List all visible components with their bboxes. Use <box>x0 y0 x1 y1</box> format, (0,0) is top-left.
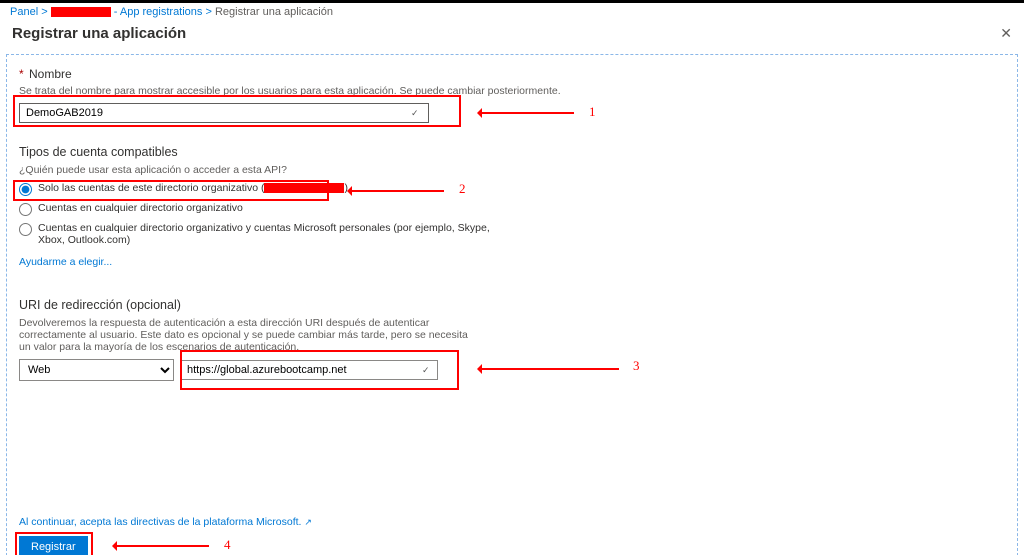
tenant-name-redacted <box>264 183 344 193</box>
annotation-1: 1 <box>589 104 596 120</box>
page-title: Registrar una aplicación <box>12 25 186 42</box>
footer-area: Al continuar, acepta las directivas de l… <box>19 516 1005 555</box>
breadcrumb-current: Registrar una aplicación <box>215 6 333 18</box>
accounts-section: Tipos de cuenta compatibles ¿Quién puede… <box>19 145 1005 268</box>
radio-any-org-personal[interactable] <box>19 223 32 236</box>
redirect-uri-input[interactable] <box>180 360 438 380</box>
help-choose-link[interactable]: Ayudarme a elegir... <box>19 256 112 268</box>
content-panel: * Nombre Se trata del nombre para mostra… <box>6 54 1018 555</box>
annotation-4: 4 <box>224 537 231 553</box>
accounts-title: Tipos de cuenta compatibles <box>19 145 1005 159</box>
redirect-section: URI de redirección (opcional) Devolverem… <box>19 298 1005 381</box>
register-button[interactable]: Registrar <box>19 536 88 555</box>
accounts-help: ¿Quién puede usar esta aplicación o acce… <box>19 164 1005 176</box>
breadcrumb-panel[interactable]: Panel <box>10 6 38 18</box>
breadcrumb-redacted <box>51 7 111 17</box>
name-help: Se trata del nombre para mostrar accesib… <box>19 85 1005 97</box>
redirect-title: URI de redirección (opcional) <box>19 298 1005 312</box>
name-input[interactable] <box>19 103 429 123</box>
external-link-icon: ↗ <box>304 517 312 527</box>
name-label: Nombre <box>29 67 72 81</box>
redirect-help: Devolveremos la respuesta de autenticaci… <box>19 317 479 353</box>
close-icon[interactable]: ✕ <box>1000 25 1012 42</box>
redirect-platform-select[interactable]: Web <box>19 359 174 381</box>
account-option-own-directory[interactable]: Solo las cuentas de este directorio orga… <box>19 182 1005 196</box>
account-option-any-org-personal[interactable]: Cuentas en cualquier directorio organiza… <box>19 222 499 246</box>
annotation-3: 3 <box>633 358 640 374</box>
account-option-any-org[interactable]: Cuentas en cualquier directorio organiza… <box>19 202 1005 216</box>
radio-own-directory[interactable] <box>19 183 32 196</box>
platform-policies-link[interactable]: Al continuar, acepta las directivas de l… <box>19 516 312 528</box>
name-section: * Nombre Se trata del nombre para mostra… <box>19 67 1005 123</box>
breadcrumb: Panel > - App registrations > Registrar … <box>0 3 1024 21</box>
radio-any-org[interactable] <box>19 203 32 216</box>
breadcrumb-appreg[interactable]: - App registrations <box>114 6 203 18</box>
required-asterisk: * <box>19 67 24 81</box>
annotation-2: 2 <box>459 181 466 197</box>
